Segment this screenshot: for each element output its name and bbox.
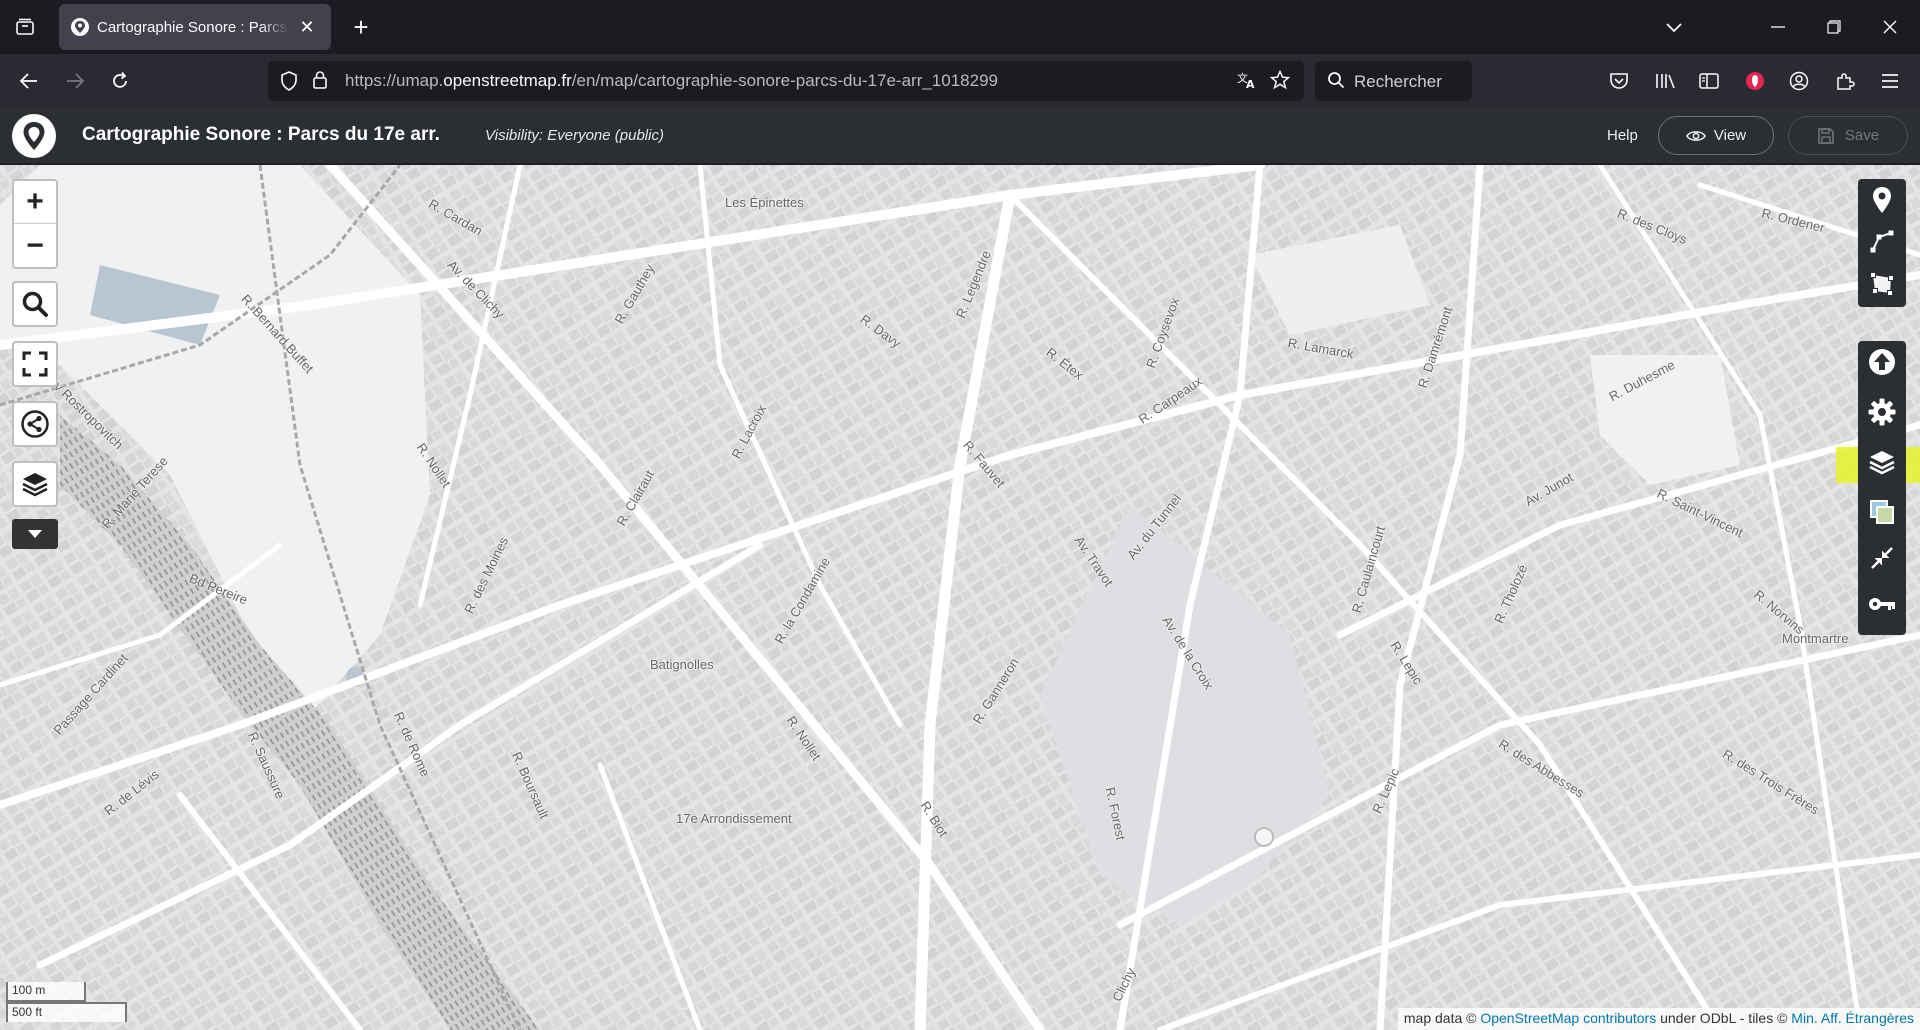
reload-icon[interactable] <box>103 65 137 97</box>
bookmark-star-icon[interactable] <box>1269 69 1291 95</box>
tab-title: Cartographie Sonore : Parcs du 17e arr. <box>97 18 289 36</box>
tracking-protection-shield-icon[interactable] <box>280 71 298 96</box>
share-icon <box>21 410 49 438</box>
help-link[interactable]: Help <box>1607 127 1638 144</box>
place-label: 17e Arrondissement <box>676 811 792 826</box>
fullscreen-icon <box>22 351 48 377</box>
draw-polygon-button[interactable] <box>1858 263 1906 305</box>
zoom-in-button[interactable]: + <box>14 181 56 224</box>
url-text: https://umap.openstreetmap.fr/en/map/car… <box>345 71 998 91</box>
svg-text:A: A <box>1246 78 1255 90</box>
place-label: Les Épinettes <box>725 195 804 210</box>
url-host: openstreetmap.fr <box>443 71 572 90</box>
umap-header: Cartographie Sonore : Parcs du 17e arr. … <box>0 108 1920 164</box>
save-button[interactable]: Save <box>1788 116 1908 155</box>
search-icon <box>1327 71 1345 94</box>
map-title[interactable]: Cartographie Sonore : Parcs du 17e arr. <box>82 124 440 146</box>
attribution-prefix: map data © <box>1403 1010 1481 1026</box>
floppy-disk-icon <box>1818 127 1834 144</box>
sidebar-icon[interactable] <box>1694 67 1724 95</box>
layers-icon <box>22 473 48 497</box>
list-all-tabs-icon[interactable] <box>1654 10 1694 44</box>
place-label: Montmartre <box>1782 631 1849 646</box>
attribution-middle: under ODbL - tiles © <box>1656 1010 1792 1026</box>
url-path: /en/map/cartographie-sonore-parcs-du-17e… <box>571 71 998 90</box>
polygon-icon <box>1870 272 1894 296</box>
view-button-label: View <box>1713 127 1747 144</box>
umap-favicon-icon <box>71 18 89 36</box>
more-controls-button[interactable] <box>12 519 58 549</box>
place-label: Batignolles <box>650 657 714 672</box>
map-canvas[interactable]: R. Cardan Les Épinettes R. Gauthey R. Le… <box>0 165 1920 1030</box>
search-placeholder: Rechercher <box>1354 72 1442 91</box>
tilelayer-icon <box>1870 500 1894 524</box>
url-bar[interactable]: https://umap.openstreetmap.fr/en/map/car… <box>268 61 1304 101</box>
center-zoom-button[interactable] <box>1858 537 1906 579</box>
map-settings-button[interactable] <box>1858 391 1906 433</box>
caret-down-icon <box>28 530 42 538</box>
translate-icon[interactable]: 文A <box>1236 70 1258 95</box>
browser-tab-strip: Cartographie Sonore : Parcs du 17e arr. … <box>0 0 1920 54</box>
manage-layers-button[interactable] <box>1858 441 1906 483</box>
restore-window-icon[interactable] <box>1814 10 1854 44</box>
share-button[interactable] <box>12 401 58 447</box>
draw-line-button[interactable] <box>1858 221 1906 263</box>
eye-icon <box>1686 130 1706 141</box>
upload-arrow-icon <box>1869 349 1895 375</box>
permissions-button[interactable] <box>1858 583 1906 625</box>
layers-button[interactable] <box>12 461 58 507</box>
map-attribution: map data © OpenStreetMap contributors un… <box>1397 1008 1920 1030</box>
import-data-button[interactable] <box>1858 341 1906 383</box>
view-button[interactable]: View <box>1658 116 1774 155</box>
gear-icon <box>1868 398 1896 426</box>
zoom-out-button[interactable]: − <box>14 224 56 267</box>
tab-list-icon[interactable] <box>8 12 42 42</box>
map-search-button[interactable] <box>12 281 58 327</box>
collapse-arrows-icon <box>1871 547 1893 569</box>
polyline-icon <box>1870 230 1894 253</box>
lock-icon[interactable] <box>312 70 328 95</box>
search-icon <box>22 291 48 317</box>
zoom-control: + − <box>12 179 58 269</box>
scale-metric: 100 m <box>6 982 86 1002</box>
pocket-icon[interactable] <box>1604 67 1634 95</box>
settings-toolbar <box>1858 341 1906 635</box>
back-arrow-icon[interactable] <box>12 65 46 97</box>
close-window-icon[interactable] <box>1870 10 1910 44</box>
key-icon <box>1869 598 1895 610</box>
account-icon[interactable] <box>1784 67 1814 95</box>
search-bar[interactable]: Rechercher <box>1315 61 1472 101</box>
extensions-puzzle-icon[interactable] <box>1830 67 1860 95</box>
scale-imperial: 500 ft <box>6 1002 127 1022</box>
extension-record-icon[interactable] <box>1740 67 1770 95</box>
url-prefix: https://umap. <box>345 71 444 90</box>
draw-toolbar <box>1858 179 1906 307</box>
hamburger-menu-icon[interactable] <box>1875 67 1905 95</box>
library-icon[interactable] <box>1650 67 1680 95</box>
marker-pin-icon <box>1873 187 1891 213</box>
browser-tab[interactable]: Cartographie Sonore : Parcs du 17e arr. … <box>59 4 331 50</box>
osm-contributors-link[interactable]: OpenStreetMap contributors <box>1480 1010 1656 1026</box>
navigation-toolbar: https://umap.openstreetmap.fr/en/map/car… <box>0 54 1920 108</box>
forward-arrow-icon[interactable] <box>58 65 92 97</box>
fullscreen-button[interactable] <box>12 341 58 387</box>
new-tab-button[interactable]: + <box>344 12 378 42</box>
scale-control: 100 m 500 ft <box>6 982 127 1022</box>
close-tab-icon[interactable]: ✕ <box>295 15 319 39</box>
visibility-status: Visibility: Everyone (public) <box>485 127 664 144</box>
layers-icon <box>1869 451 1895 475</box>
umap-logo-icon[interactable] <box>12 114 56 158</box>
minimize-window-icon[interactable] <box>1758 10 1798 44</box>
save-button-label: Save <box>1844 127 1880 144</box>
change-tilelayer-button[interactable] <box>1858 491 1906 533</box>
draw-marker-button[interactable] <box>1858 179 1906 221</box>
tiles-provider-link[interactable]: Min. Aff. Étrangères <box>1791 1010 1914 1026</box>
